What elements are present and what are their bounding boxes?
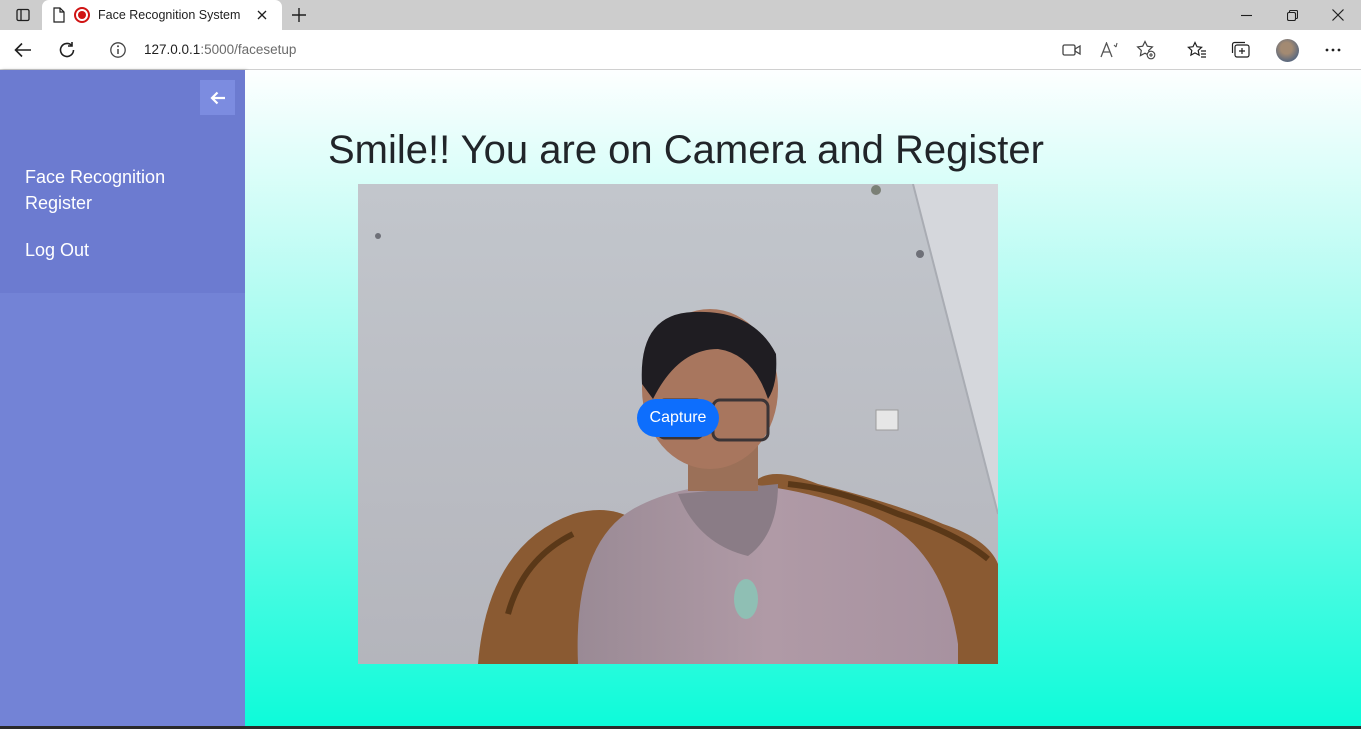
read-aloud-icon[interactable]	[1099, 40, 1121, 60]
sidebar: Face Recognition Register Log Out	[0, 70, 245, 729]
close-icon	[1332, 9, 1344, 21]
tab-strip: Face Recognition System	[0, 0, 1361, 30]
reload-icon	[59, 42, 75, 58]
restore-icon	[1286, 9, 1298, 21]
page-title: Smile!! You are on Camera and Register	[328, 128, 1044, 172]
arrow-left-icon	[209, 91, 225, 104]
tab-actions-icon	[16, 8, 30, 22]
page-icon	[53, 7, 65, 23]
sidebar-item-log-out[interactable]: Log Out	[25, 237, 89, 263]
close-icon	[257, 10, 267, 20]
settings-menu-button[interactable]	[1318, 35, 1348, 65]
favorites-button[interactable]	[1182, 35, 1212, 65]
more-icon	[1325, 48, 1341, 52]
minimize-button[interactable]	[1223, 0, 1269, 30]
sidebar-menu: Face Recognition Register Log Out	[0, 70, 245, 293]
tab-close-button[interactable]	[252, 5, 272, 25]
sidebar-item-face-recognition-register[interactable]: Face Recognition Register	[25, 164, 215, 216]
active-tab[interactable]: Face Recognition System	[42, 0, 282, 30]
collections-icon	[1231, 41, 1250, 58]
browser-toolbar: 127.0.0.1:5000/facesetup	[0, 30, 1361, 70]
address-bar[interactable]: 127.0.0.1:5000/facesetup	[95, 35, 1170, 65]
restore-button[interactable]	[1269, 0, 1315, 30]
recording-icon	[74, 7, 90, 23]
info-icon[interactable]	[109, 41, 127, 59]
favorites-icon	[1187, 41, 1206, 58]
reload-button[interactable]	[52, 35, 82, 65]
window-close-button[interactable]	[1315, 0, 1361, 30]
add-favorite-icon[interactable]	[1135, 40, 1157, 60]
sidebar-collapse-button[interactable]	[200, 80, 235, 115]
url-text[interactable]: 127.0.0.1:5000/facesetup	[144, 42, 296, 57]
tab-title: Face Recognition System	[98, 8, 241, 22]
capture-button[interactable]: Capture	[637, 399, 719, 437]
tab-actions-button[interactable]	[0, 0, 46, 30]
new-tab-button[interactable]	[288, 4, 310, 26]
collections-button[interactable]	[1226, 35, 1256, 65]
camera-in-use-icon[interactable]	[1061, 40, 1083, 60]
minimize-icon	[1240, 14, 1252, 16]
profile-avatar[interactable]	[1276, 39, 1299, 62]
plus-icon	[292, 8, 306, 22]
back-button[interactable]	[8, 35, 38, 65]
main-content: Smile!! You are on Camera and Register C…	[245, 70, 1361, 729]
back-arrow-icon	[14, 42, 31, 58]
url-host: 127.0.0.1	[144, 42, 201, 57]
url-path: :5000/facesetup	[200, 42, 297, 57]
